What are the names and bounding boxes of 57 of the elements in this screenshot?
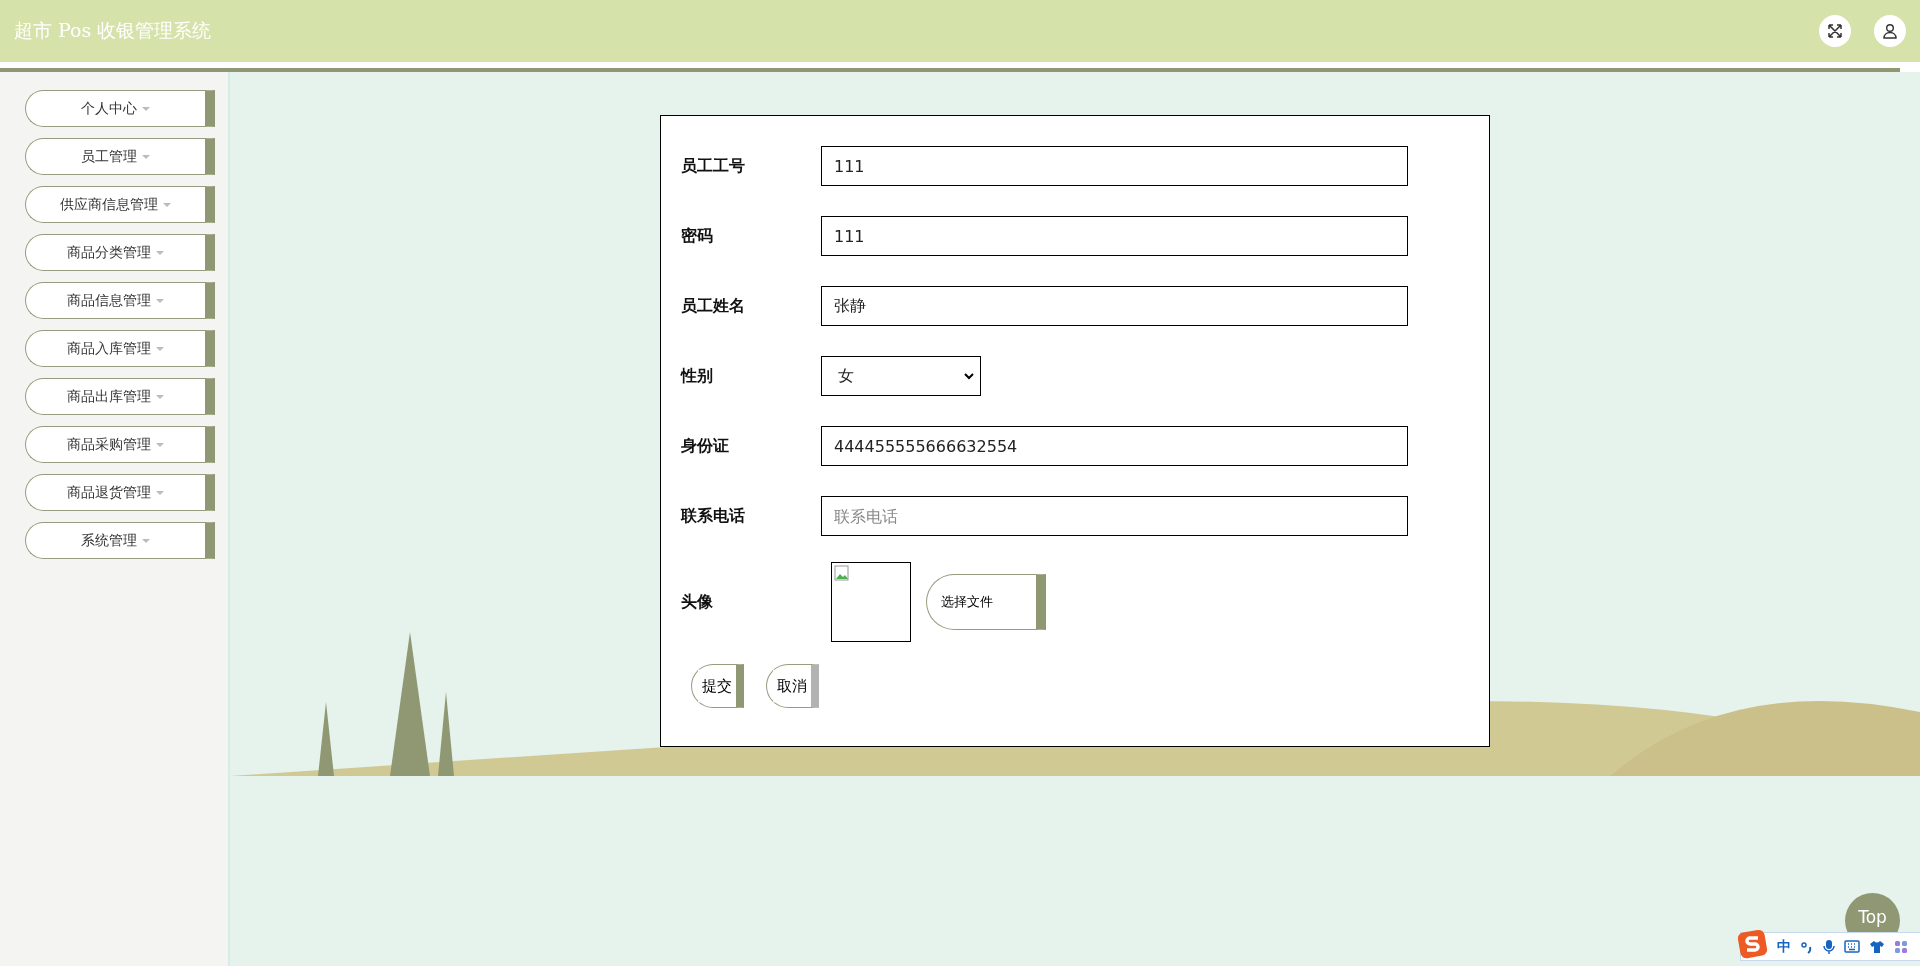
choose-file-button[interactable]: 选择文件: [926, 574, 1046, 630]
ime-mode-toggle[interactable]: 中: [1777, 937, 1791, 956]
input-field[interactable]: 联系电话: [821, 496, 1408, 536]
field-label: 员工工号: [681, 155, 746, 177]
sidebar-item[interactable]: 商品入库管理: [25, 330, 215, 367]
input-field[interactable]: 张静: [821, 286, 1408, 326]
app-title: 超市 Pos 收银管理系统: [14, 18, 213, 43]
sidebar-label: 供应商信息管理: [60, 195, 158, 214]
cancel-button[interactable]: 取消: [766, 664, 819, 708]
input-field[interactable]: 444455555666632554: [821, 426, 1408, 466]
sidebar-label: 商品采购管理: [67, 435, 151, 454]
caret-icon: [156, 394, 164, 399]
sidebar-item[interactable]: 系统管理: [25, 522, 215, 559]
fullscreen-icon[interactable]: [1819, 15, 1851, 47]
field-label: 联系电话: [681, 505, 746, 527]
select-field[interactable]: 女: [821, 356, 981, 396]
sidebar-item[interactable]: 商品信息管理: [25, 282, 215, 319]
field-label: 员工姓名: [681, 295, 746, 317]
caret-icon: [156, 346, 164, 351]
caret-icon: [156, 490, 164, 495]
sidebar-label: 商品信息管理: [67, 291, 151, 310]
caret-icon: [163, 202, 171, 207]
field-label: 密码: [681, 225, 714, 247]
field-label: 头像: [681, 591, 714, 613]
user-icon[interactable]: [1874, 15, 1906, 47]
caret-icon: [142, 106, 150, 111]
field-label: 身份证: [681, 435, 730, 457]
caret-icon: [142, 538, 150, 543]
sidebar-label: 系统管理: [81, 531, 137, 550]
input-field[interactable]: 111: [821, 146, 1408, 186]
ime-logo-icon[interactable]: [1738, 929, 1768, 959]
sidebar-label: 商品出库管理: [67, 387, 151, 406]
caret-icon: [156, 298, 164, 303]
sidebar-item[interactable]: 商品分类管理: [25, 234, 215, 271]
sidebar-item[interactable]: 商品出库管理: [25, 378, 215, 415]
sidebar-item[interactable]: 个人中心: [25, 90, 215, 127]
sidebar-label: 商品入库管理: [67, 339, 151, 358]
submit-button[interactable]: 提交: [691, 664, 744, 708]
shirt-icon[interactable]: [1869, 939, 1885, 954]
sidebar-item[interactable]: 商品退货管理: [25, 474, 215, 511]
sidebar-item[interactable]: 商品采购管理: [25, 426, 215, 463]
caret-icon: [156, 250, 164, 255]
punctuation-icon[interactable]: [1800, 939, 1814, 954]
field-label: 性别: [681, 365, 714, 387]
sidebar-item[interactable]: 员工管理: [25, 138, 215, 175]
chevron-down-icon: [964, 372, 974, 380]
sidebar-label: 商品分类管理: [67, 243, 151, 262]
sidebar-label: 个人中心: [81, 99, 137, 118]
sidebar-label: 员工管理: [81, 147, 137, 166]
sidebar-label: 商品退货管理: [67, 483, 151, 502]
apps-icon[interactable]: [1894, 939, 1908, 954]
keyboard-icon[interactable]: [1844, 940, 1860, 953]
caret-icon: [156, 442, 164, 447]
sidebar-item[interactable]: 供应商信息管理: [25, 186, 215, 223]
input-field[interactable]: 111: [821, 216, 1408, 256]
microphone-icon[interactable]: [1823, 938, 1835, 955]
caret-icon: [142, 154, 150, 159]
